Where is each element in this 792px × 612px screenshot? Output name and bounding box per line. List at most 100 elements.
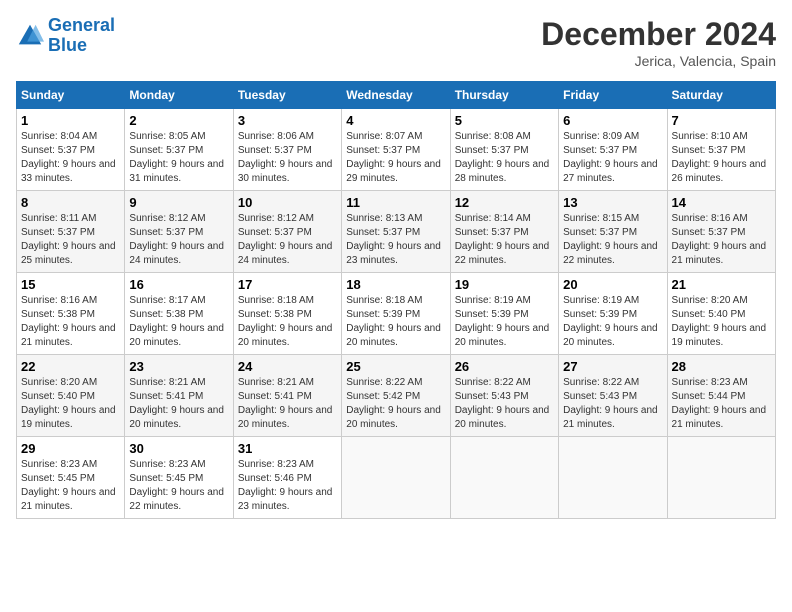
day-number: 13 xyxy=(563,195,662,210)
day-number: 28 xyxy=(672,359,771,374)
day-cell-10: 10 Sunrise: 8:12 AMSunset: 5:37 PMDayligh… xyxy=(233,191,341,273)
day-info: Sunrise: 8:20 AMSunset: 5:40 PMDaylight:… xyxy=(672,294,771,350)
day-number: 10 xyxy=(238,195,337,210)
day-cell-30: 30 Sunrise: 8:23 AMSunset: 5:45 PMDayligh… xyxy=(125,437,233,519)
day-number: 7 xyxy=(672,113,771,128)
day-number: 5 xyxy=(455,113,554,128)
day-info: Sunrise: 8:23 AMSunset: 5:45 PMDaylight:… xyxy=(129,458,228,514)
calendar-table: SundayMondayTuesdayWednesdayThursdayFrid… xyxy=(16,81,776,519)
day-cell-22: 22 Sunrise: 8:20 AMSunset: 5:40 PMDayligh… xyxy=(17,355,125,437)
day-cell-23: 23Sunrise: 8:21 AMSunset: 5:41 PMDayligh… xyxy=(125,355,233,437)
day-info: Sunrise: 8:22 AMSunset: 5:43 PMDaylight:… xyxy=(563,376,662,432)
day-cell-15: 15 Sunrise: 8:16 AMSunset: 5:38 PMDayligh… xyxy=(17,273,125,355)
day-number: 2 xyxy=(129,113,228,128)
day-number: 31 xyxy=(238,441,337,456)
day-number: 11 xyxy=(346,195,445,210)
calendar-week-4: 22 Sunrise: 8:20 AMSunset: 5:40 PMDayligh… xyxy=(17,355,776,437)
empty-cell xyxy=(559,437,667,519)
day-cell-31: 31Sunrise: 8:23 AMSunset: 5:46 PMDayligh… xyxy=(233,437,341,519)
logo: General Blue xyxy=(16,16,115,56)
day-cell-9: 9Sunrise: 8:12 AMSunset: 5:37 PMDaylight… xyxy=(125,191,233,273)
day-number: 30 xyxy=(129,441,228,456)
day-number: 22 xyxy=(21,359,120,374)
day-cell-8: 8 Sunrise: 8:11 AMSunset: 5:37 PMDaylight… xyxy=(17,191,125,273)
day-cell-21: 21 Sunrise: 8:20 AMSunset: 5:40 PMDayligh… xyxy=(667,273,775,355)
location: Jerica, Valencia, Spain xyxy=(541,53,776,69)
day-info: Sunrise: 8:12 AMSunset: 5:37 PMDaylight:… xyxy=(238,212,337,268)
day-info: Sunrise: 8:18 AMSunset: 5:38 PMDaylight:… xyxy=(238,294,337,350)
calendar-week-3: 15 Sunrise: 8:16 AMSunset: 5:38 PMDayligh… xyxy=(17,273,776,355)
day-number: 1 xyxy=(21,113,120,128)
logo-line1: General xyxy=(48,15,115,35)
day-info: Sunrise: 8:15 AMSunset: 5:37 PMDaylight:… xyxy=(563,212,662,268)
day-number: 16 xyxy=(129,277,228,292)
header-friday: Friday xyxy=(559,82,667,109)
day-cell-2: 2 Sunrise: 8:05 AMSunset: 5:37 PMDaylight… xyxy=(125,109,233,191)
day-number: 14 xyxy=(672,195,771,210)
header-thursday: Thursday xyxy=(450,82,558,109)
day-cell-4: 4Sunrise: 8:07 AMSunset: 5:37 PMDaylight… xyxy=(342,109,450,191)
day-info: Sunrise: 8:20 AMSunset: 5:40 PMDaylight:… xyxy=(21,376,120,432)
day-number: 26 xyxy=(455,359,554,374)
day-cell-18: 18 Sunrise: 8:18 AMSunset: 5:39 PMDayligh… xyxy=(342,273,450,355)
title-block: December 2024 Jerica, Valencia, Spain xyxy=(541,16,776,69)
day-cell-26: 26Sunrise: 8:22 AMSunset: 5:43 PMDayligh… xyxy=(450,355,558,437)
day-number: 15 xyxy=(21,277,120,292)
month-title: December 2024 xyxy=(541,16,776,53)
day-cell-16: 16 Sunrise: 8:17 AMSunset: 5:38 PMDayligh… xyxy=(125,273,233,355)
day-info: Sunrise: 8:04 AMSunset: 5:37 PMDaylight:… xyxy=(21,130,120,186)
header-wednesday: Wednesday xyxy=(342,82,450,109)
empty-cell xyxy=(342,437,450,519)
day-number: 19 xyxy=(455,277,554,292)
day-number: 4 xyxy=(346,113,445,128)
day-info: Sunrise: 8:11 AMSunset: 5:37 PMDaylight:… xyxy=(21,212,120,268)
day-number: 8 xyxy=(21,195,120,210)
day-cell-12: 12Sunrise: 8:14 AMSunset: 5:37 PMDayligh… xyxy=(450,191,558,273)
day-number: 9 xyxy=(129,195,228,210)
logo-text: General Blue xyxy=(48,16,115,56)
logo-icon xyxy=(16,22,44,50)
header-tuesday: Tuesday xyxy=(233,82,341,109)
day-info: Sunrise: 8:23 AMSunset: 5:45 PMDaylight:… xyxy=(21,458,120,514)
day-cell-24: 24Sunrise: 8:21 AMSunset: 5:41 PMDayligh… xyxy=(233,355,341,437)
day-cell-28: 28Sunrise: 8:23 AMSunset: 5:44 PMDayligh… xyxy=(667,355,775,437)
page-header: General Blue December 2024 Jerica, Valen… xyxy=(16,16,776,69)
day-info: Sunrise: 8:16 AMSunset: 5:38 PMDaylight:… xyxy=(21,294,120,350)
day-info: Sunrise: 8:17 AMSunset: 5:38 PMDaylight:… xyxy=(129,294,228,350)
day-number: 25 xyxy=(346,359,445,374)
day-cell-7: 7 Sunrise: 8:10 AMSunset: 5:37 PMDaylight… xyxy=(667,109,775,191)
header-sunday: Sunday xyxy=(17,82,125,109)
day-cell-1: 1 Sunrise: 8:04 AMSunset: 5:37 PMDaylight… xyxy=(17,109,125,191)
day-number: 23 xyxy=(129,359,228,374)
logo-line2: Blue xyxy=(48,35,87,55)
day-cell-27: 27 Sunrise: 8:22 AMSunset: 5:43 PMDayligh… xyxy=(559,355,667,437)
day-info: Sunrise: 8:19 AMSunset: 5:39 PMDaylight:… xyxy=(563,294,662,350)
day-number: 18 xyxy=(346,277,445,292)
empty-cell xyxy=(667,437,775,519)
calendar-week-2: 8 Sunrise: 8:11 AMSunset: 5:37 PMDaylight… xyxy=(17,191,776,273)
day-number: 29 xyxy=(21,441,120,456)
day-info: Sunrise: 8:19 AMSunset: 5:39 PMDaylight:… xyxy=(455,294,554,350)
day-cell-3: 3Sunrise: 8:06 AMSunset: 5:37 PMDaylight… xyxy=(233,109,341,191)
day-info: Sunrise: 8:10 AMSunset: 5:37 PMDaylight:… xyxy=(672,130,771,186)
day-cell-11: 11Sunrise: 8:13 AMSunset: 5:37 PMDayligh… xyxy=(342,191,450,273)
day-info: Sunrise: 8:21 AMSunset: 5:41 PMDaylight:… xyxy=(238,376,337,432)
day-info: Sunrise: 8:18 AMSunset: 5:39 PMDaylight:… xyxy=(346,294,445,350)
calendar-body: 1 Sunrise: 8:04 AMSunset: 5:37 PMDaylight… xyxy=(17,109,776,519)
day-info: Sunrise: 8:16 AMSunset: 5:37 PMDaylight:… xyxy=(672,212,771,268)
calendar-week-1: 1 Sunrise: 8:04 AMSunset: 5:37 PMDaylight… xyxy=(17,109,776,191)
day-cell-20: 20 Sunrise: 8:19 AMSunset: 5:39 PMDayligh… xyxy=(559,273,667,355)
day-info: Sunrise: 8:22 AMSunset: 5:42 PMDaylight:… xyxy=(346,376,445,432)
day-cell-17: 17 Sunrise: 8:18 AMSunset: 5:38 PMDayligh… xyxy=(233,273,341,355)
day-cell-5: 5Sunrise: 8:08 AMSunset: 5:37 PMDaylight… xyxy=(450,109,558,191)
day-number: 27 xyxy=(563,359,662,374)
day-info: Sunrise: 8:05 AMSunset: 5:37 PMDaylight:… xyxy=(129,130,228,186)
day-cell-19: 19 Sunrise: 8:19 AMSunset: 5:39 PMDayligh… xyxy=(450,273,558,355)
day-number: 20 xyxy=(563,277,662,292)
header-monday: Monday xyxy=(125,82,233,109)
empty-cell xyxy=(450,437,558,519)
day-number: 17 xyxy=(238,277,337,292)
calendar-header-row: SundayMondayTuesdayWednesdayThursdayFrid… xyxy=(17,82,776,109)
day-number: 21 xyxy=(672,277,771,292)
calendar-week-5: 29 Sunrise: 8:23 AMSunset: 5:45 PMDayligh… xyxy=(17,437,776,519)
